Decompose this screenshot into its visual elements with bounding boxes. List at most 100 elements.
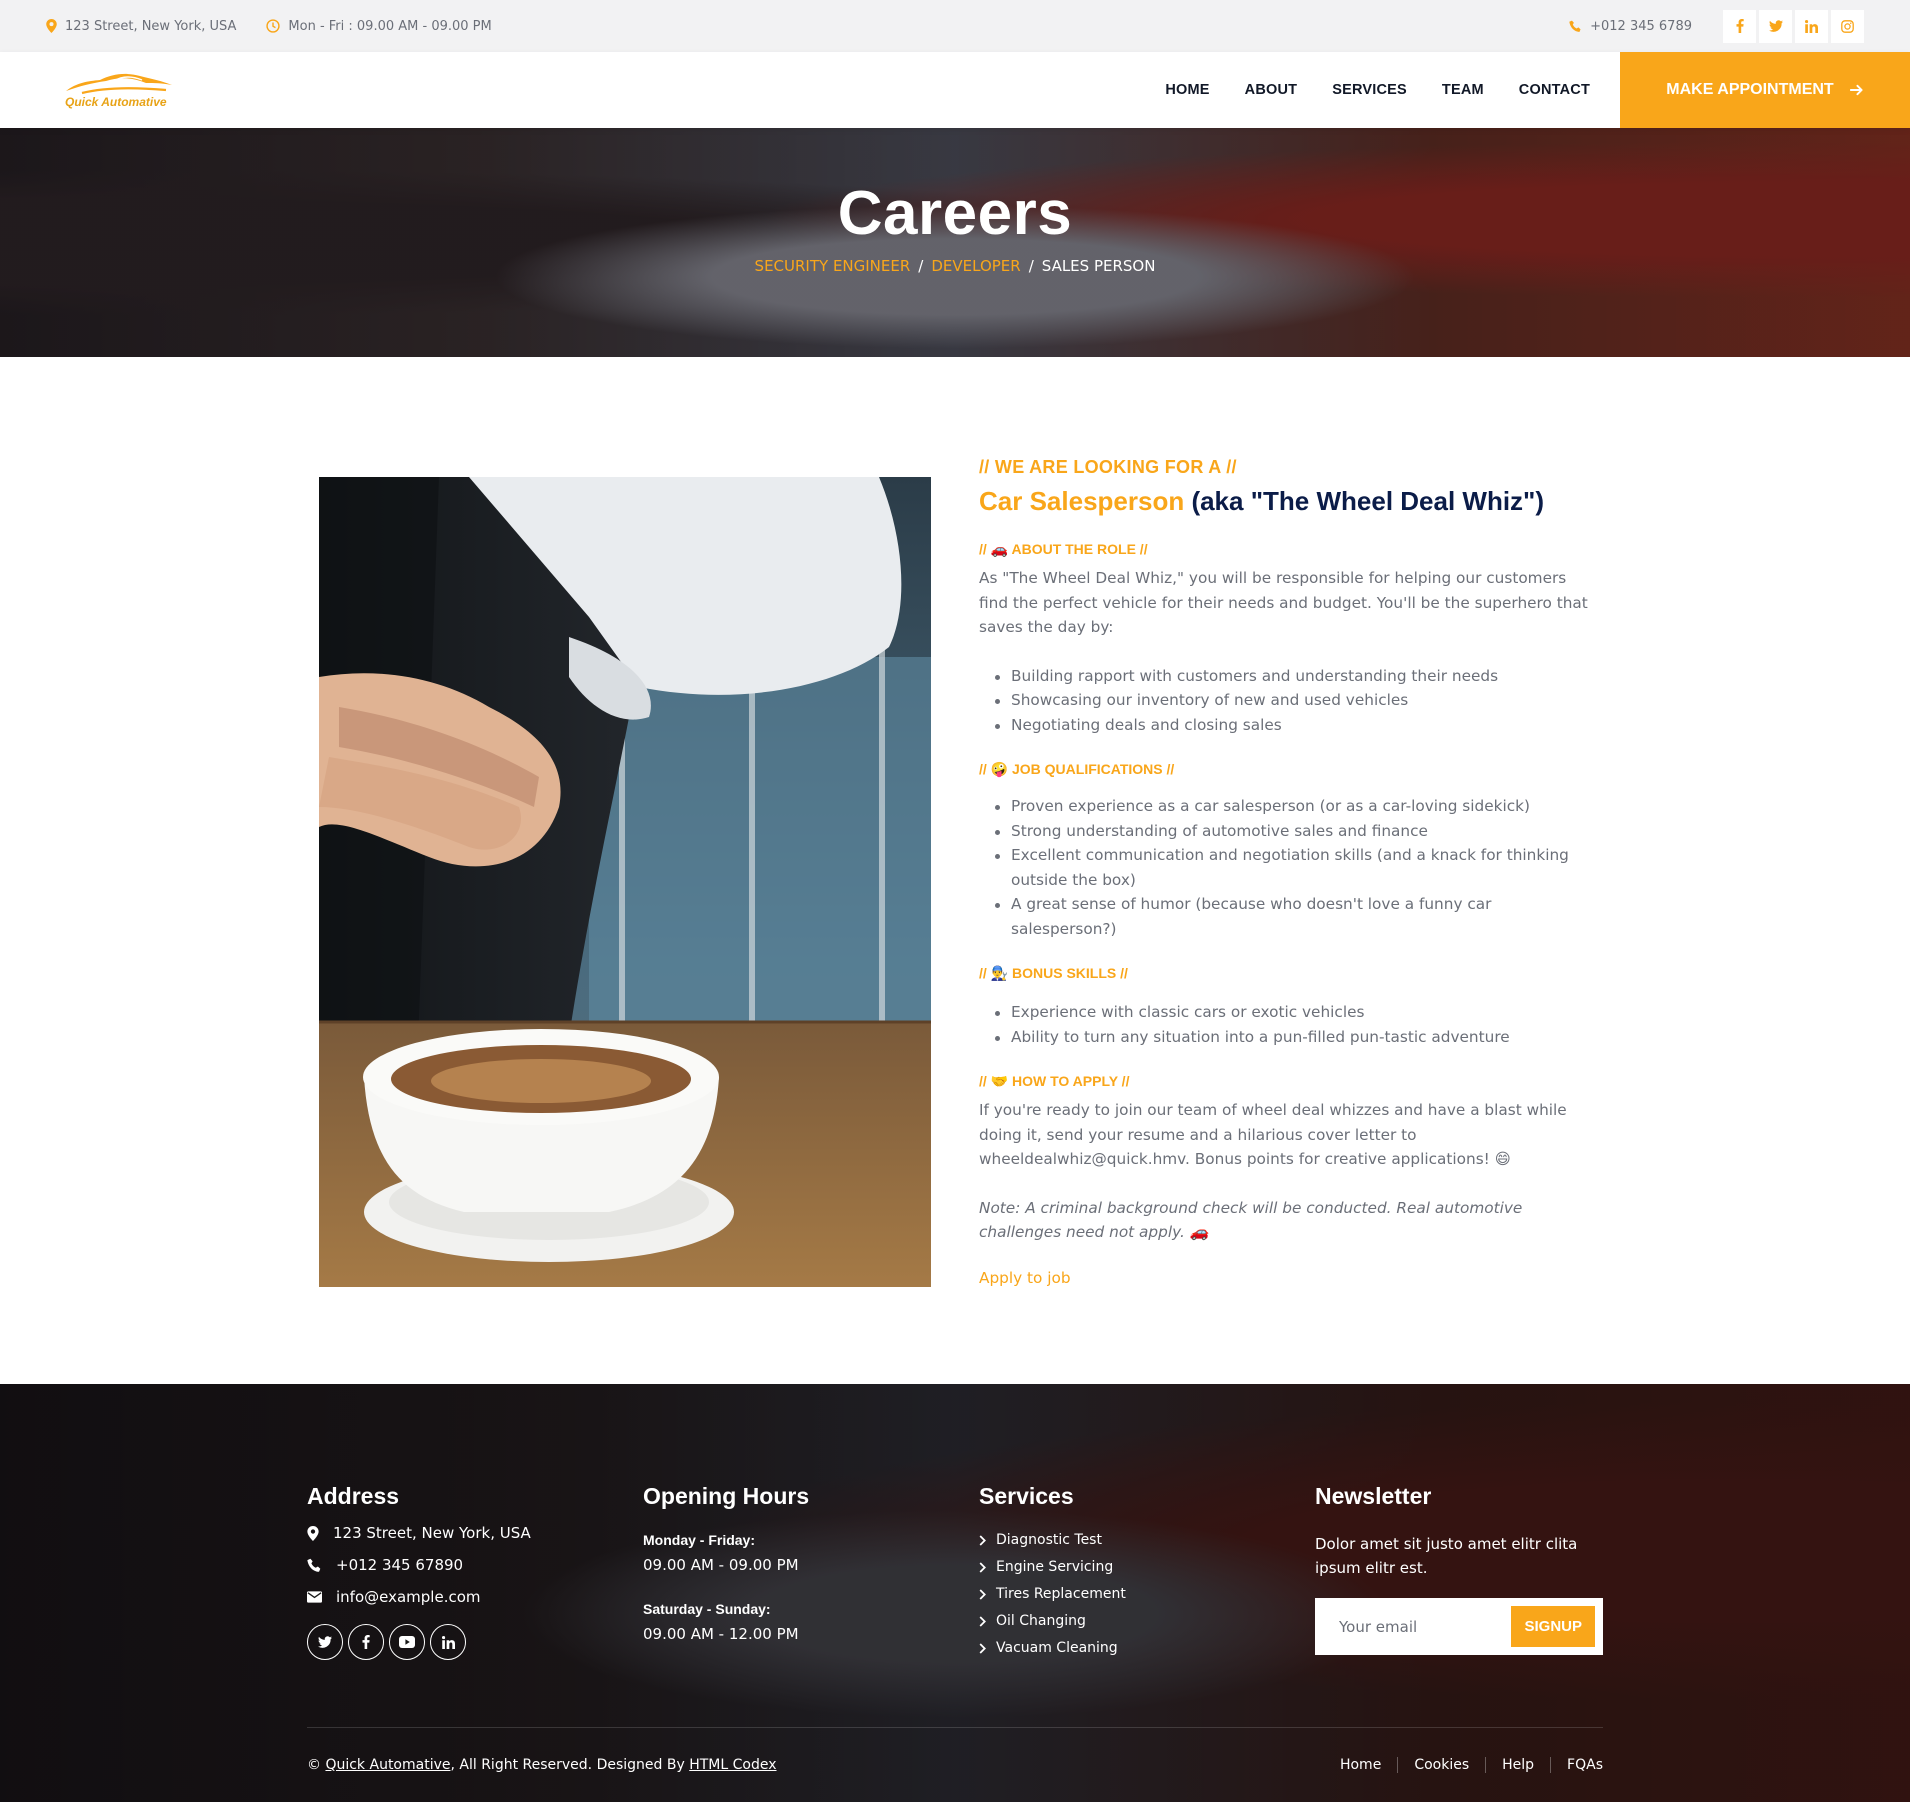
topbar: 123 Street, New York, USA Mon - Fri : 09…: [0, 0, 1910, 52]
copyright: © Quick Automative, All Right Reserved. …: [307, 1757, 777, 1773]
list-item: Excellent communication and negotiation …: [995, 843, 1599, 892]
breadcrumb-developer[interactable]: DEVELOPER: [931, 257, 1020, 275]
twitter-link[interactable]: [1759, 9, 1792, 43]
footer-divider: [307, 1727, 1603, 1728]
chevron-right-icon: [979, 1588, 986, 1600]
service-label: Engine Servicing: [996, 1559, 1114, 1575]
service-link-engine-servicing[interactable]: Engine Servicing: [979, 1559, 1126, 1575]
topbar-address: 123 Street, New York, USA: [46, 19, 236, 34]
footer-street-text: 123 Street, New York, USA: [333, 1524, 531, 1542]
breadcrumb-security-engineer[interactable]: SECURITY ENGINEER: [755, 257, 911, 275]
footer-twitter-link[interactable]: [307, 1624, 343, 1660]
twitter-icon: [318, 1636, 332, 1648]
instagram-link[interactable]: [1831, 9, 1864, 43]
footer-address: Address 123 Street, New York, USA +012 3…: [307, 1483, 531, 1660]
service-link-tires-replacement[interactable]: Tires Replacement: [979, 1586, 1126, 1602]
nav-services[interactable]: SERVICES: [1332, 82, 1407, 98]
footer-opening-hours: Opening Hours Monday - Friday: 09.00 AM …: [643, 1483, 809, 1643]
topbar-address-text: 123 Street, New York, USA: [65, 18, 237, 34]
service-label: Oil Changing: [996, 1613, 1086, 1629]
weekend-label: Saturday - Sunday:: [643, 1601, 771, 1617]
job-image: [319, 477, 931, 1287]
arrow-right-icon: [1849, 84, 1863, 96]
newsletter-form: SIGNUP: [1315, 1598, 1603, 1655]
facebook-icon: [1736, 19, 1744, 33]
service-link-vacuam-cleaning[interactable]: Vacuam Cleaning: [979, 1640, 1126, 1656]
footer-newsletter: Newsletter Dolor amet sit justo amet eli…: [1315, 1483, 1605, 1655]
copyright-brand-link[interactable]: Quick Automative: [325, 1757, 450, 1773]
twitter-icon: [1768, 20, 1783, 32]
bonus-skills-list: Experience with classic cars or exotic v…: [979, 1000, 1599, 1049]
footer-email: info@example.com: [307, 1588, 531, 1606]
job-description: // WE ARE LOOKING FOR A // Car Salespers…: [979, 457, 1599, 1287]
linkedin-link[interactable]: [1795, 9, 1828, 43]
footer-hours-title: Opening Hours: [643, 1483, 810, 1509]
chevron-right-icon: [979, 1615, 986, 1627]
breadcrumb-sales-person: SALES PERSON: [1041, 257, 1156, 275]
about-role-heading: // 🚗 ABOUT THE ROLE //: [979, 541, 1148, 557]
list-item: Building rapport with customers and unde…: [995, 664, 1599, 689]
footer-address-title: Address: [307, 1483, 400, 1509]
footer-socials: [307, 1624, 531, 1660]
map-marker-icon: [307, 1525, 319, 1541]
service-label: Vacuam Cleaning: [996, 1640, 1118, 1656]
signup-button[interactable]: SIGNUP: [1511, 1606, 1595, 1647]
service-link-diagnostic-test[interactable]: Diagnostic Test: [979, 1532, 1126, 1548]
nav-home[interactable]: HOME: [1165, 82, 1209, 98]
footer-menu: Home Cookies Help FQAs: [1324, 1757, 1603, 1773]
footer-link-cookies[interactable]: Cookies: [1397, 1757, 1485, 1773]
envelope-icon: [307, 1591, 322, 1603]
background-check-note: Note: A criminal background check will b…: [979, 1198, 1523, 1242]
youtube-icon: [399, 1636, 415, 1648]
job-title: Car Salesperson (aka "The Wheel Deal Whi…: [979, 486, 1599, 517]
designer-link[interactable]: HTML Codex: [689, 1757, 776, 1773]
job-title-accent: Car Salesperson: [979, 486, 1185, 516]
footer-services: Services Diagnostic Test Engine Servicin…: [979, 1483, 1126, 1656]
footer-link-home[interactable]: Home: [1324, 1757, 1397, 1773]
job-section: // WE ARE LOOKING FOR A // Car Salespers…: [0, 357, 1910, 1410]
footer-phone-text: +012 345 67890: [336, 1556, 464, 1574]
facebook-link[interactable]: [1723, 9, 1756, 43]
apply-to-job-link[interactable]: Apply to job: [979, 1269, 1071, 1287]
brand-name: Quick Automative: [65, 95, 167, 109]
linkedin-icon: [441, 1635, 455, 1649]
breadcrumb-separator: /: [918, 257, 924, 275]
chevron-right-icon: [979, 1561, 986, 1573]
navbar: Quick Automative HOME ABOUT SERVICES TEA…: [0, 52, 1910, 128]
copyright-prefix: ©: [307, 1757, 326, 1773]
newsletter-text: Dolor amet sit justo amet elitr clita ip…: [1315, 1535, 1578, 1577]
list-item: Negotiating deals and closing sales: [995, 713, 1599, 738]
topbar-right: +012 345 6789: [1569, 9, 1864, 43]
page-title: Careers: [837, 179, 1073, 248]
phone-icon: [1569, 20, 1581, 32]
handshake-photo: [319, 477, 931, 1287]
footer-street: 123 Street, New York, USA: [307, 1524, 531, 1542]
service-label: Tires Replacement: [996, 1586, 1126, 1602]
footer-youtube-link[interactable]: [389, 1624, 425, 1660]
nav-about[interactable]: ABOUT: [1245, 82, 1298, 98]
instagram-icon: [1841, 19, 1854, 33]
nav-team[interactable]: TEAM: [1442, 82, 1484, 98]
topbar-hours: Mon - Fri : 09.00 AM - 09.00 PM: [266, 19, 492, 34]
newsletter-email-input[interactable]: [1339, 1617, 1509, 1636]
footer-services-title: Services: [979, 1483, 1074, 1509]
list-item: Proven experience as a car salesperson (…: [995, 794, 1599, 819]
topbar-phone-text: +012 345 6789: [1590, 18, 1692, 34]
service-link-oil-changing[interactable]: Oil Changing: [979, 1613, 1126, 1629]
footer-linkedin-link[interactable]: [430, 1624, 466, 1660]
footer-facebook-link[interactable]: [348, 1624, 384, 1660]
make-appointment-button[interactable]: MAKE APPOINTMENT: [1620, 52, 1910, 128]
breadcrumb-separator: /: [1028, 257, 1034, 275]
about-role-text: As "The Wheel Deal Whiz," you will be re…: [979, 569, 1588, 636]
chevron-right-icon: [979, 1642, 986, 1654]
nav-contact[interactable]: CONTACT: [1519, 82, 1590, 98]
clock-icon: [266, 19, 281, 33]
linkedin-icon: [1805, 19, 1818, 33]
chevron-right-icon: [979, 1534, 986, 1546]
footer-link-help[interactable]: Help: [1485, 1757, 1550, 1773]
copyright-middle: , All Right Reserved. Designed By: [450, 1757, 690, 1773]
footer-link-fqas[interactable]: FQAs: [1550, 1757, 1603, 1773]
list-item: Experience with classic cars or exotic v…: [995, 1000, 1599, 1025]
brand-logo[interactable]: Quick Automative: [0, 71, 174, 109]
footer-email-text: info@example.com: [336, 1588, 481, 1606]
